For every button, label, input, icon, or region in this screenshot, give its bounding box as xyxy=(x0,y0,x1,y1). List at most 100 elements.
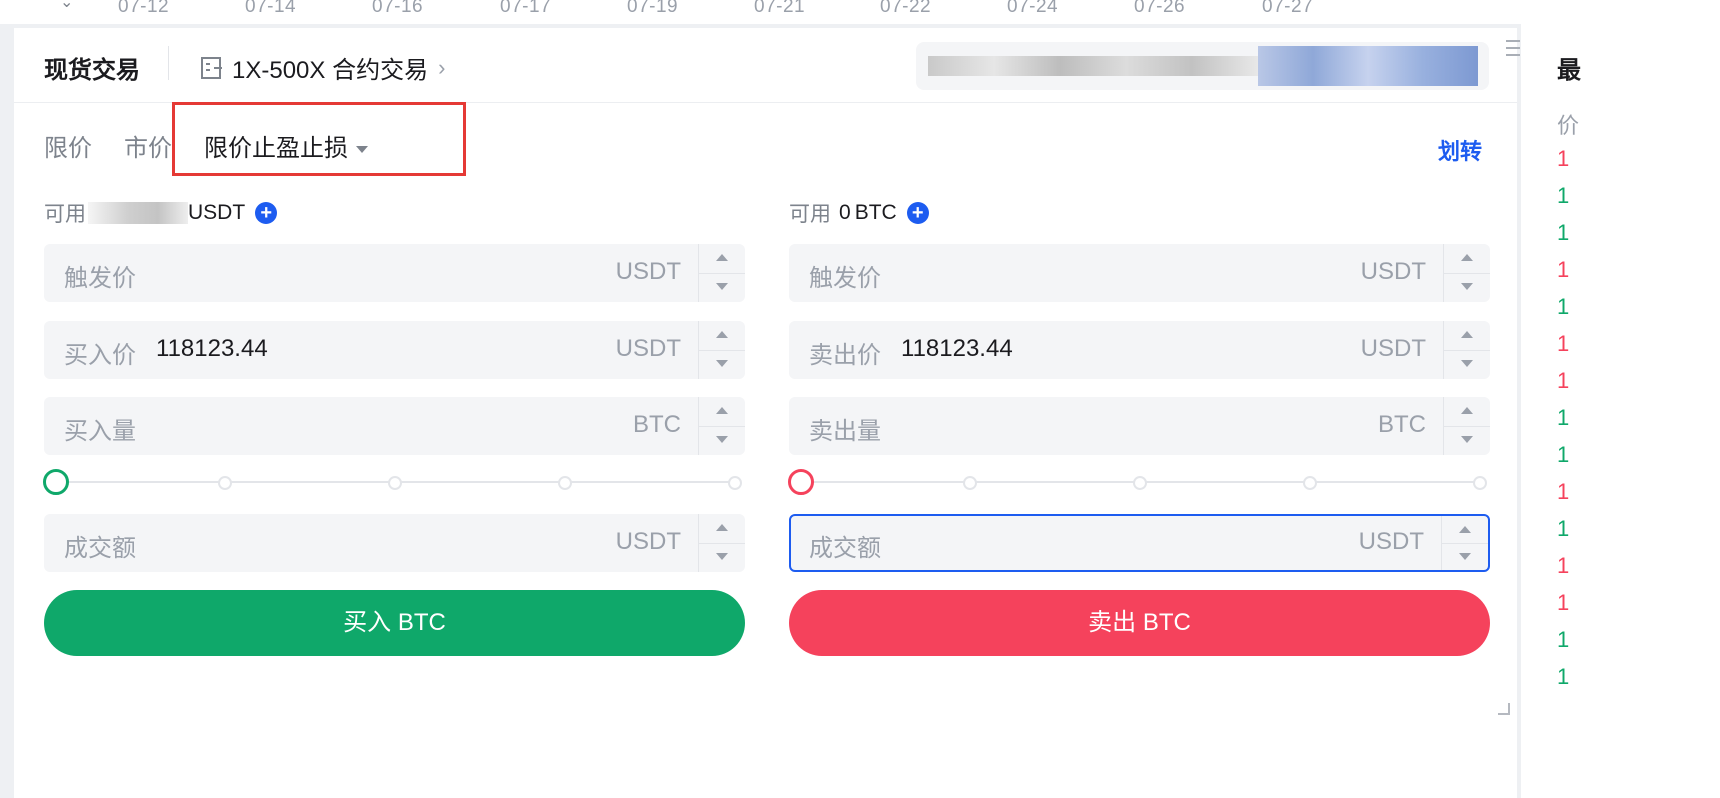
axis-date: 07-19 xyxy=(627,0,679,17)
resize-handle-icon[interactable] xyxy=(1498,703,1510,715)
buy-btc-button[interactable]: 买入 BTC xyxy=(44,590,745,656)
order-book-row: 1 xyxy=(1557,405,1570,430)
decrement-icon[interactable] xyxy=(699,426,745,455)
order-book-row: 1 xyxy=(1557,331,1570,356)
buy-trigger-price-field[interactable]: 触发价 USDT xyxy=(44,244,745,302)
chevron-right-icon: › xyxy=(438,54,446,80)
transfer-link[interactable]: 划转 xyxy=(1438,134,1482,166)
slider-mark[interactable] xyxy=(218,476,232,490)
sell-price-field[interactable]: 卖出价 118123.44 USDT xyxy=(789,321,1490,379)
stepper xyxy=(1443,244,1490,302)
decrement-icon[interactable] xyxy=(699,543,745,572)
sell-available-value: 0 xyxy=(839,201,851,224)
stepper xyxy=(698,244,745,302)
slider-mark[interactable] xyxy=(1303,476,1317,490)
field-unit: USDT xyxy=(615,335,681,362)
sell-amount-field[interactable]: 成交额 USDT xyxy=(789,514,1490,572)
sell-trigger-price-field[interactable]: 触发价 USDT xyxy=(789,244,1490,302)
contract-icon xyxy=(201,56,222,79)
contract-link-label: 1X-500X 合约交易 xyxy=(232,57,429,84)
decrement-icon[interactable] xyxy=(699,350,745,379)
slider-handle[interactable] xyxy=(43,469,69,495)
sell-quantity-field[interactable]: 卖出量 BTC xyxy=(789,397,1490,455)
field-label: 卖出量 xyxy=(809,418,881,445)
order-book-row: 1 xyxy=(1557,220,1570,245)
divider xyxy=(168,46,169,80)
trade-panel: 现货交易 1X-500X 合约交易 › 限价 市价 限价止盈止损 划转 可用 U… xyxy=(14,28,1520,798)
increment-icon[interactable] xyxy=(1444,244,1490,274)
field-value: 118123.44 xyxy=(156,335,268,362)
slider-mark[interactable] xyxy=(1473,476,1487,490)
stepper xyxy=(1441,516,1488,570)
menu-icon[interactable] xyxy=(1506,40,1520,61)
field-label: 买入量 xyxy=(64,418,136,445)
order-book-panel: 最 价 1 1 1 1 1 1 1 1 1 1 1 1 1 1 1 xyxy=(1521,0,1720,798)
sell-percent-slider[interactable] xyxy=(788,469,1489,495)
sell-btc-button[interactable]: 卖出 BTC xyxy=(789,590,1490,656)
buy-available-label: 可用 xyxy=(44,203,86,226)
sell-available-label: 可用 xyxy=(789,203,831,226)
order-book-row: 1 xyxy=(1557,442,1570,467)
tab-spot-trading[interactable]: 现货交易 xyxy=(44,50,140,85)
blurred-balance xyxy=(88,202,188,224)
increment-icon[interactable] xyxy=(699,244,745,274)
axis-date: 07-21 xyxy=(754,0,806,17)
decrement-icon[interactable] xyxy=(1444,426,1490,455)
order-book-row: 1 xyxy=(1557,553,1570,578)
stepper xyxy=(1443,397,1490,455)
slider-mark[interactable] xyxy=(963,476,977,490)
order-book-row: 1 xyxy=(1557,479,1570,504)
order-type-limit[interactable]: 限价 xyxy=(44,128,92,163)
slider-mark[interactable] xyxy=(728,476,742,490)
chevron-down-icon[interactable]: ⌄ xyxy=(60,0,73,12)
field-unit: USDT xyxy=(1360,335,1426,362)
slider-mark[interactable] xyxy=(1133,476,1147,490)
order-book-row: 1 xyxy=(1557,257,1570,282)
field-unit: USDT xyxy=(615,528,681,555)
axis-date: 07-26 xyxy=(1134,0,1186,17)
slider-mark[interactable] xyxy=(388,476,402,490)
contract-trading-link[interactable]: 1X-500X 合约交易 › xyxy=(200,50,445,85)
stepper xyxy=(698,397,745,455)
buy-price-field[interactable]: 买入价 118123.44 USDT xyxy=(44,321,745,379)
field-label: 触发价 xyxy=(809,265,881,292)
increment-icon[interactable] xyxy=(699,397,745,427)
buy-percent-slider[interactable] xyxy=(43,469,744,495)
buy-quantity-field[interactable]: 买入量 BTC xyxy=(44,397,745,455)
price-column-header: 价 xyxy=(1557,113,1580,138)
field-unit: USDT xyxy=(1360,258,1426,285)
slider-mark[interactable] xyxy=(558,476,572,490)
decrement-icon[interactable] xyxy=(699,273,745,302)
order-type-market[interactable]: 市价 xyxy=(124,128,172,163)
order-book-row: 1 xyxy=(1557,627,1570,652)
axis-date: 07-16 xyxy=(372,0,424,17)
sell-available: 可用 0 BTC + xyxy=(789,198,929,228)
slider-handle[interactable] xyxy=(788,469,814,495)
add-funds-icon[interactable]: + xyxy=(255,202,278,224)
increment-icon[interactable] xyxy=(1442,516,1488,544)
increment-icon[interactable] xyxy=(1444,397,1490,427)
order-book-row: 1 xyxy=(1557,516,1570,541)
stepper xyxy=(698,321,745,379)
increment-icon[interactable] xyxy=(699,514,745,544)
increment-icon[interactable] xyxy=(1444,321,1490,351)
chart-axis-strip: ⌄ 07-12 07-14 07-16 07-17 07-19 07-21 07… xyxy=(0,0,1670,24)
add-funds-icon[interactable]: + xyxy=(906,202,929,224)
decrement-icon[interactable] xyxy=(1444,273,1490,302)
field-unit: BTC xyxy=(633,411,681,438)
buy-amount-field[interactable]: 成交额 USDT xyxy=(44,514,745,572)
axis-date: 07-27 xyxy=(1262,0,1314,17)
stepper xyxy=(698,514,745,572)
field-label: 买入价 xyxy=(64,342,136,369)
buy-available: 可用 USDT + xyxy=(44,198,278,228)
field-unit: USDT xyxy=(1358,528,1424,555)
sell-available-unit: BTC xyxy=(854,201,897,224)
decrement-icon[interactable] xyxy=(1444,350,1490,379)
order-book-row: 1 xyxy=(1557,590,1570,615)
decrement-icon[interactable] xyxy=(1442,543,1488,570)
order-book-row: 1 xyxy=(1557,664,1570,689)
increment-icon[interactable] xyxy=(699,321,745,351)
field-value: 118123.44 xyxy=(901,335,1013,362)
axis-date: 07-12 xyxy=(118,0,170,17)
field-label: 触发价 xyxy=(64,265,136,292)
